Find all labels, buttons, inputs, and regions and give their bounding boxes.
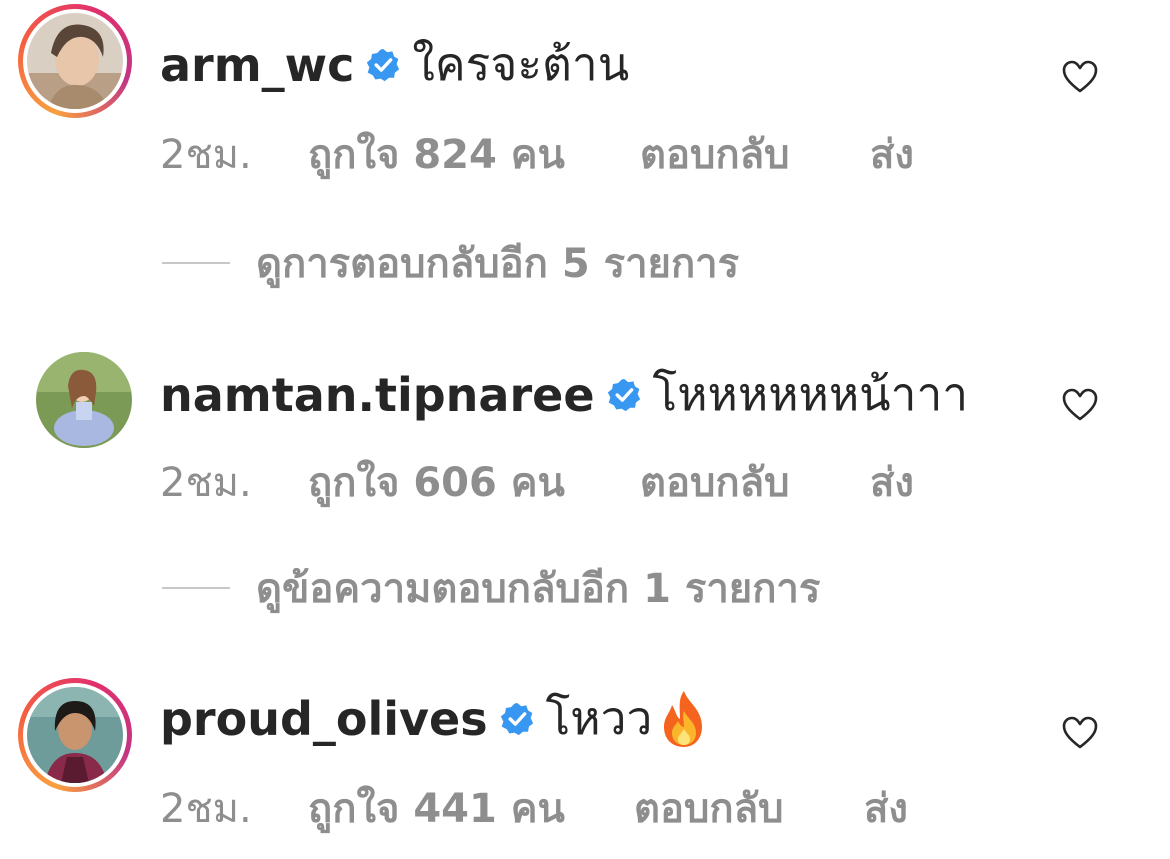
send-button[interactable]: ส่ง	[864, 776, 908, 840]
comment-text: โหหหหหหน้าาา	[652, 367, 969, 421]
avatar[interactable]	[36, 352, 132, 448]
comment-likes-link[interactable]: ถูกใจ 606 คน	[308, 450, 565, 514]
comment-text: โหวว	[545, 691, 653, 745]
comment-timestamp: 2ชม.	[160, 132, 252, 178]
heart-icon[interactable]	[1062, 60, 1098, 94]
verified-badge-icon	[367, 48, 400, 81]
reply-button[interactable]: ตอบกลับ	[640, 450, 790, 514]
verified-badge-icon	[500, 702, 533, 735]
comment-item: proud_olives โหวว 2ชม. ถูกใจ 441 คน ตอบก…	[0, 660, 1170, 832]
send-button[interactable]: ส่ง	[870, 122, 914, 186]
avatar-story-ring[interactable]	[18, 678, 132, 792]
view-replies-button[interactable]: ดูการตอบกลับอีก 5 รายการ	[162, 238, 1062, 288]
replies-divider	[162, 587, 230, 589]
avatar-story-ring[interactable]	[18, 4, 132, 118]
comment-username[interactable]: arm_wc	[160, 38, 354, 92]
comment-timestamp: 2ชม.	[160, 460, 252, 506]
view-replies-label: ดูการตอบกลับอีก 5 รายการ	[256, 241, 740, 287]
avatar[interactable]	[27, 13, 123, 109]
reply-button[interactable]: ตอบกลับ	[634, 776, 784, 840]
comment-item: arm_wc ใครจะต้าน 2ชม. ถูกใจ 824 คน ตอบกล…	[0, 0, 1170, 178]
send-button[interactable]: ส่ง	[870, 450, 914, 514]
verified-badge-icon	[607, 378, 640, 411]
comment-likes-link[interactable]: ถูกใจ 441 คน	[308, 776, 565, 840]
avatar[interactable]	[27, 687, 123, 783]
comment-username[interactable]: namtan.tipnaree	[160, 368, 595, 422]
replies-divider	[162, 262, 230, 264]
comment-text: ใครจะต้าน	[412, 37, 630, 91]
reply-button[interactable]: ตอบกลับ	[640, 122, 790, 186]
comment-likes-link[interactable]: ถูกใจ 824 คน	[308, 122, 565, 186]
view-replies-button[interactable]: ดูข้อความตอบกลับอีก 1 รายการ	[162, 563, 1062, 613]
comment-username[interactable]: proud_olives	[160, 692, 488, 746]
view-replies-label: ดูข้อความตอบกลับอีก 1 รายการ	[256, 566, 821, 612]
comment-timestamp: 2ชม.	[160, 786, 252, 832]
comment-item: namtan.tipnaree โหหหหหหน้าาา 2ชม. ถูกใจ …	[0, 330, 1170, 506]
heart-icon[interactable]	[1062, 388, 1098, 422]
fire-emoji	[664, 690, 703, 747]
heart-icon[interactable]	[1062, 716, 1098, 750]
